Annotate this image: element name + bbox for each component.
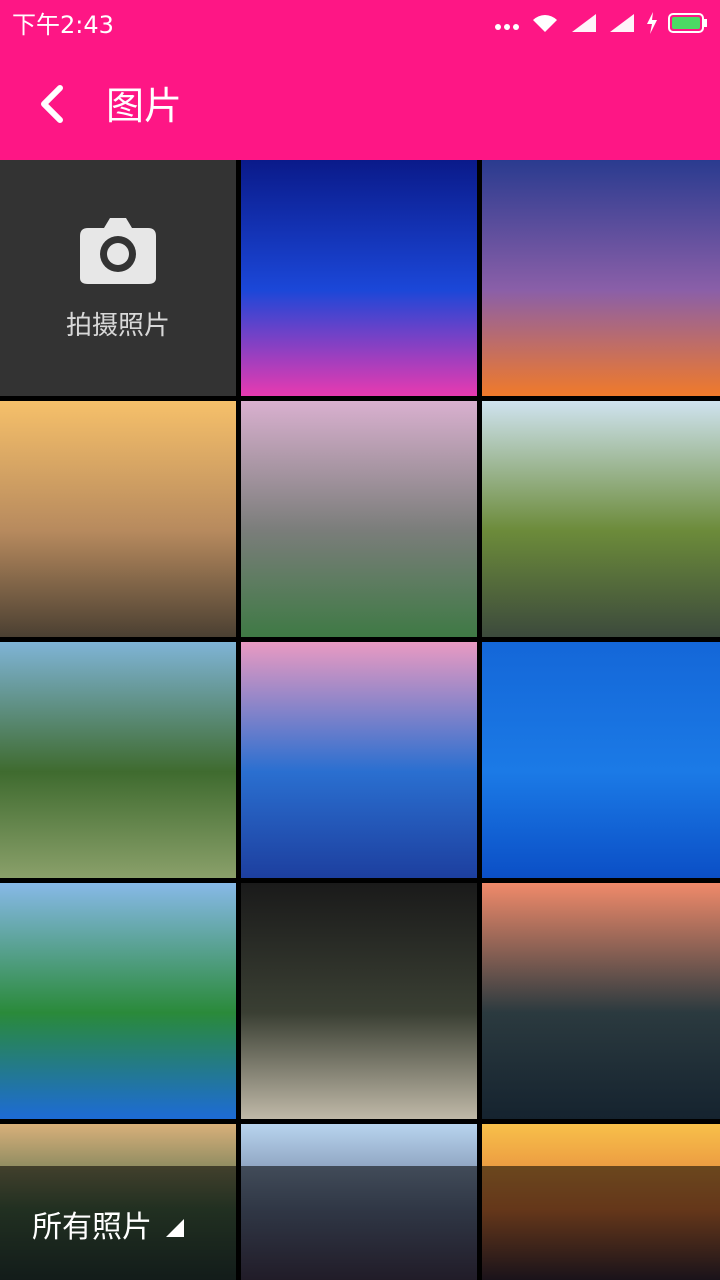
status-bar: 下午2:43 (0, 0, 720, 50)
take-photo-tile[interactable]: 拍摄照片 (0, 160, 236, 396)
app-bar: 图片 (0, 50, 720, 160)
photo-grid: 拍摄照片 (0, 160, 720, 1280)
back-button[interactable] (24, 78, 80, 134)
more-dots-icon (494, 16, 520, 35)
status-time: 下午2:43 (12, 11, 114, 39)
photo-thumbnail[interactable] (482, 401, 720, 637)
charging-icon (646, 12, 658, 38)
page-title: 图片 (106, 84, 183, 128)
photo-thumbnail[interactable] (0, 401, 236, 637)
battery-icon (668, 12, 708, 38)
signal-icon (570, 12, 598, 38)
folder-label: 所有照片 (32, 1210, 152, 1245)
signal-icon (608, 12, 636, 38)
back-arrow-icon (38, 84, 66, 128)
wifi-icon (530, 12, 560, 38)
photo-thumbnail[interactable] (0, 883, 236, 1119)
photo-thumbnail[interactable] (241, 160, 477, 396)
bottom-bar: 所有照片 (0, 1166, 720, 1280)
folder-selector[interactable]: 所有照片 (32, 1202, 184, 1246)
camera-icon (78, 214, 158, 286)
photo-thumbnail[interactable] (241, 883, 477, 1119)
photo-thumbnail[interactable] (482, 883, 720, 1119)
photo-thumbnail[interactable] (241, 642, 477, 878)
photo-thumbnail[interactable] (241, 401, 477, 637)
photo-thumbnail[interactable] (482, 642, 720, 878)
take-photo-label: 拍摄照片 (65, 311, 170, 341)
photo-thumbnail[interactable] (0, 642, 236, 878)
dropdown-triangle-icon (166, 1219, 184, 1237)
photo-thumbnail[interactable] (482, 160, 720, 396)
status-icons (494, 10, 708, 40)
